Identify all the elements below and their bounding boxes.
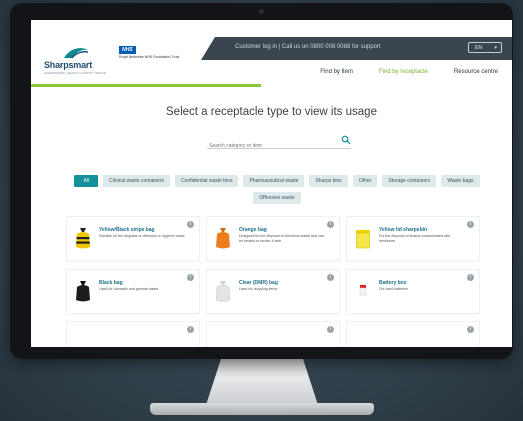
brand-tagline: SHARPSMART | HEALTH | SAFETY | WASTE xyxy=(44,71,106,75)
card-description: For the disposal of sharps contaminated … xyxy=(379,234,451,243)
filter-chips: All Clinical waste containers Confidenti… xyxy=(67,175,487,204)
receptacle-card[interactable]: Black bag Used for domestic and general … xyxy=(67,270,199,313)
webcam xyxy=(259,9,264,14)
logo-swoosh-icon xyxy=(64,48,89,59)
filter-chip-sharps[interactable]: Sharps bins xyxy=(309,175,348,187)
receptacle-card[interactable]: Orange bag Designed for the disposal of … xyxy=(207,217,339,260)
card-title: Yellow/Black stripe bag xyxy=(99,227,155,233)
filter-chip-clinical[interactable]: Clinical waste containers xyxy=(103,175,171,187)
filter-chip-other[interactable]: Other xyxy=(352,175,378,187)
nav-resource-centre[interactable]: Resource centre xyxy=(454,69,498,75)
card-title: Clear (DMR) bag xyxy=(239,280,278,286)
info-icon[interactable]: i xyxy=(467,221,474,228)
filter-chip-all[interactable]: All xyxy=(74,175,99,187)
card-description: Used for domestic and general waste xyxy=(99,287,159,291)
chevron-down-icon: ▾ xyxy=(494,45,497,51)
partner-name: Royal Berkshire NHS Foundation Trust xyxy=(119,55,180,59)
receptacle-card[interactable]: Yellow lid sharpsbin For the disposal of… xyxy=(347,217,479,260)
info-icon[interactable]: i xyxy=(187,274,194,281)
card-description: Used for recycling items xyxy=(239,287,278,291)
info-icon[interactable]: i xyxy=(467,274,474,281)
card-title: Yellow lid sharpsbin xyxy=(379,227,428,233)
receptacle-card[interactable]: Clear (DMR) bag Used for recycling items… xyxy=(207,270,339,313)
info-icon[interactable]: i xyxy=(187,326,194,333)
card-title: Black bag xyxy=(99,280,123,286)
header-accent-line xyxy=(31,84,261,87)
receptacle-card[interactable]: Battery box For used batteries i xyxy=(347,270,479,313)
monitor-base xyxy=(150,403,374,415)
nav-find-by-receptacle[interactable]: Find by receptacle xyxy=(379,69,428,75)
filter-chip-pharmaceutical[interactable]: Pharmaceutical waste xyxy=(243,175,305,187)
search-input[interactable] xyxy=(207,140,334,149)
sharpsmart-logo[interactable]: Sharpsmart SHARPSMART | HEALTH | SAFETY … xyxy=(44,46,116,80)
card-description: Designed for the disposal of infectious … xyxy=(239,234,324,243)
filter-chip-offensive[interactable]: Offensive waste xyxy=(253,192,301,204)
search-icon[interactable] xyxy=(341,135,351,145)
receptacle-card-partial[interactable]: i xyxy=(347,322,479,347)
card-title: Battery box xyxy=(379,280,407,286)
battery-box-icon xyxy=(359,285,367,296)
filter-chip-waste-bags[interactable]: Waste bags xyxy=(441,175,480,187)
yellow-sharps-bin-icon xyxy=(356,230,370,249)
topbar-notice[interactable]: Customer log in | Call us on 0800 008 00… xyxy=(235,44,381,50)
yellow-black-bag-icon xyxy=(76,228,90,249)
black-bag-icon xyxy=(76,281,90,302)
website-screen: Customer log in | Call us on 0800 008 00… xyxy=(31,20,512,347)
info-icon[interactable]: i xyxy=(467,326,474,333)
info-icon[interactable]: i xyxy=(327,326,334,333)
receptacle-card[interactable]: Yellow/Black stripe bag Suitable for the… xyxy=(67,217,199,260)
nhs-badge: NHS xyxy=(119,46,136,54)
card-description: Suitable for the disposal of offensive o… xyxy=(99,234,185,238)
brand-name: Sharpsmart xyxy=(44,60,93,70)
monitor-bezel: Customer log in | Call us on 0800 008 00… xyxy=(10,3,513,359)
receptacle-card-partial[interactable]: i xyxy=(207,322,339,347)
receptacle-card-partial[interactable]: i xyxy=(67,322,199,347)
receptacle-grid-next-row: i i i xyxy=(67,322,479,347)
search-box xyxy=(207,134,351,149)
page-title: Select a receptacle type to view its usa… xyxy=(166,106,377,118)
filter-chip-storage[interactable]: Storage containers xyxy=(382,175,437,187)
orange-bag-icon xyxy=(216,228,230,249)
info-icon[interactable]: i xyxy=(187,221,194,228)
partner-logo: NHS Royal Berkshire NHS Foundation Trust xyxy=(119,46,179,66)
info-icon[interactable]: i xyxy=(327,274,334,281)
info-icon[interactable]: i xyxy=(327,221,334,228)
nav-find-by-item[interactable]: Find by item xyxy=(320,69,353,75)
main-nav: Find by item Find by receptacle Resource… xyxy=(320,69,498,75)
language-select[interactable]: EN ▾ xyxy=(468,42,502,53)
card-title: Orange bag xyxy=(239,227,267,233)
monitor-stand xyxy=(205,352,319,408)
filter-chip-confidential[interactable]: Confidential waste bins xyxy=(175,175,239,187)
receptacle-grid: Yellow/Black stripe bag Suitable for the… xyxy=(67,217,479,313)
site-header: Customer log in | Call us on 0800 008 00… xyxy=(31,20,512,87)
top-utility-bar: Customer log in | Call us on 0800 008 00… xyxy=(201,37,512,60)
clear-bag-icon xyxy=(215,281,231,302)
card-description: For used batteries xyxy=(379,287,408,291)
